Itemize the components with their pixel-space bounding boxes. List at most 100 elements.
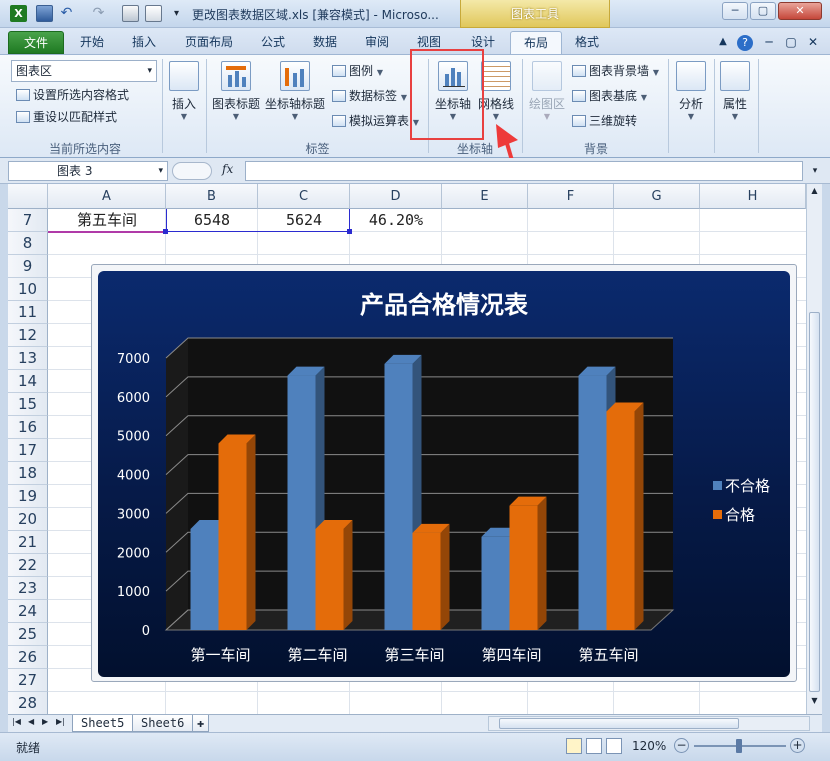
bar-0-3[interactable]	[481, 536, 510, 630]
data-labels-button[interactable]: 数据标签 ▼	[332, 86, 407, 106]
save-icon[interactable]	[36, 5, 53, 22]
chart-floor-button[interactable]: 图表基底 ▼	[572, 86, 647, 106]
bar-1-4[interactable]	[606, 411, 635, 630]
tab-layout[interactable]: 布局	[510, 31, 562, 54]
zoom-out-icon[interactable]: −	[674, 738, 689, 753]
row-header-16[interactable]: 16	[8, 416, 48, 439]
row-header-15[interactable]: 15	[8, 393, 48, 416]
tab-insert[interactable]: 插入	[120, 31, 168, 54]
collapse-ribbon-icon[interactable]: ▲	[716, 31, 730, 54]
column-header-h[interactable]: H	[700, 184, 806, 209]
scroll-up-icon[interactable]: ▲	[808, 186, 821, 200]
ribbon-minimize-icon[interactable]: ─	[760, 31, 778, 54]
page-layout-view-icon[interactable]	[586, 738, 602, 754]
page-break-view-icon[interactable]	[606, 738, 622, 754]
column-header-e[interactable]: E	[442, 184, 528, 209]
normal-view-icon[interactable]	[566, 738, 582, 754]
redo-icon[interactable]: ↷	[90, 5, 107, 22]
print-preview-icon[interactable]	[145, 5, 162, 22]
tab-format[interactable]: 格式	[564, 31, 610, 54]
row-header-22[interactable]: 22	[8, 554, 48, 577]
column-header-c[interactable]: C	[258, 184, 350, 209]
sheet-nav-next-icon[interactable]: ▶	[42, 717, 48, 726]
row-header-20[interactable]: 20	[8, 508, 48, 531]
maximize-button[interactable]: ▢	[750, 2, 776, 20]
tab-file[interactable]: 文件	[8, 31, 64, 54]
cell-a7[interactable]: 第五车间	[48, 209, 166, 232]
print-icon[interactable]	[122, 5, 139, 22]
ribbon-restore-icon[interactable]: ▢	[782, 31, 800, 54]
data-table-button[interactable]: 模拟运算表 ▼	[332, 111, 419, 131]
insert-button[interactable]: 插入 ▼	[166, 61, 202, 122]
horizontal-scrollbar[interactable]	[488, 716, 810, 731]
row-header-28[interactable]: 28	[8, 692, 48, 714]
row-header-14[interactable]: 14	[8, 370, 48, 393]
bar-1-0[interactable]	[218, 443, 247, 630]
chart-wall-button[interactable]: 图表背景墙 ▼	[572, 61, 659, 81]
column-header-b[interactable]: B	[166, 184, 258, 209]
sheet-tab-sheet6[interactable]: Sheet6	[132, 715, 194, 732]
cell-d7[interactable]: 46.20%	[350, 209, 442, 232]
row-header-27[interactable]: 27	[8, 669, 48, 692]
name-box[interactable]: 图表 3 ▾	[8, 161, 168, 181]
sheet-tab-sheet5[interactable]: Sheet5	[72, 715, 134, 732]
formula-input[interactable]	[245, 161, 803, 181]
tab-data[interactable]: 数据	[302, 31, 348, 54]
row-header-26[interactable]: 26	[8, 646, 48, 669]
column-header-a[interactable]: A	[48, 184, 166, 209]
sheet-nav-first-icon[interactable]: |◀	[12, 717, 21, 726]
range-handle[interactable]	[163, 229, 168, 234]
bar-1-3[interactable]	[509, 505, 538, 630]
ribbon-close-icon[interactable]: ✕	[804, 31, 822, 54]
bar-0-4[interactable]	[578, 375, 607, 630]
range-handle[interactable]	[347, 229, 352, 234]
row-header-8[interactable]: 8	[8, 232, 48, 255]
properties-button[interactable]: 属性 ▼	[716, 61, 754, 122]
minimize-button[interactable]: ─	[722, 2, 748, 20]
row-header-21[interactable]: 21	[8, 531, 48, 554]
tab-review[interactable]: 审阅	[354, 31, 400, 54]
row-header-19[interactable]: 19	[8, 485, 48, 508]
expand-formula-icon[interactable]: ▾	[808, 163, 822, 179]
bar-1-2[interactable]	[412, 532, 441, 630]
bar-0-2[interactable]	[384, 363, 413, 630]
column-header-f[interactable]: F	[528, 184, 614, 209]
row-header-13[interactable]: 13	[8, 347, 48, 370]
reset-style-button[interactable]: 重设以匹配样式	[16, 107, 117, 127]
row-header-11[interactable]: 11	[8, 301, 48, 324]
3d-rotation-button[interactable]: 三维旋转	[572, 111, 637, 131]
chart-side-wall[interactable]	[166, 338, 188, 630]
sheet-nav-prev-icon[interactable]: ◀	[28, 717, 34, 726]
legend-label-1[interactable]: 合格	[725, 506, 755, 524]
bar-0-1[interactable]	[287, 375, 316, 630]
vertical-scrollbar[interactable]: ▲ ▼	[806, 184, 822, 714]
legend-label-0[interactable]: 不合格	[725, 477, 770, 495]
tab-page-layout[interactable]: 页面布局	[174, 31, 244, 54]
row-header-12[interactable]: 12	[8, 324, 48, 347]
legend-button[interactable]: 图例 ▼	[332, 61, 383, 81]
legend-swatch-0[interactable]	[713, 481, 722, 490]
row-header-7[interactable]: 7	[8, 209, 48, 232]
column-header-g[interactable]: G	[614, 184, 700, 209]
bar-1-1[interactable]	[315, 528, 344, 630]
row-header-10[interactable]: 10	[8, 278, 48, 301]
chart-title-button[interactable]: 图表标题 ▼	[210, 61, 262, 122]
tab-home[interactable]: 开始	[68, 31, 116, 54]
zoom-in-icon[interactable]: +	[790, 738, 805, 753]
sheet-nav-last-icon[interactable]: ▶|	[56, 717, 65, 726]
row-header-9[interactable]: 9	[8, 255, 48, 278]
format-selection-button[interactable]: 设置所选内容格式	[16, 85, 129, 105]
tab-formulas[interactable]: 公式	[250, 31, 296, 54]
undo-icon[interactable]: ↶	[58, 5, 75, 22]
row-header-25[interactable]: 25	[8, 623, 48, 646]
legend-swatch-1[interactable]	[713, 510, 722, 519]
insert-function-icon[interactable]: fx	[222, 162, 233, 176]
zoom-slider-thumb[interactable]	[736, 739, 742, 753]
formula-splitter[interactable]	[172, 162, 212, 180]
chart-area[interactable]: 产品合格情况表 0 1000 2000 3000 4000 5000 6000 7000 第一车…	[98, 271, 790, 677]
row-header-18[interactable]: 18	[8, 462, 48, 485]
scroll-down-icon[interactable]: ▼	[808, 696, 821, 710]
row-header-17[interactable]: 17	[8, 439, 48, 462]
h-scroll-thumb[interactable]	[499, 718, 739, 729]
chart-element-dropdown[interactable]: 图表区 ▾	[11, 60, 157, 82]
